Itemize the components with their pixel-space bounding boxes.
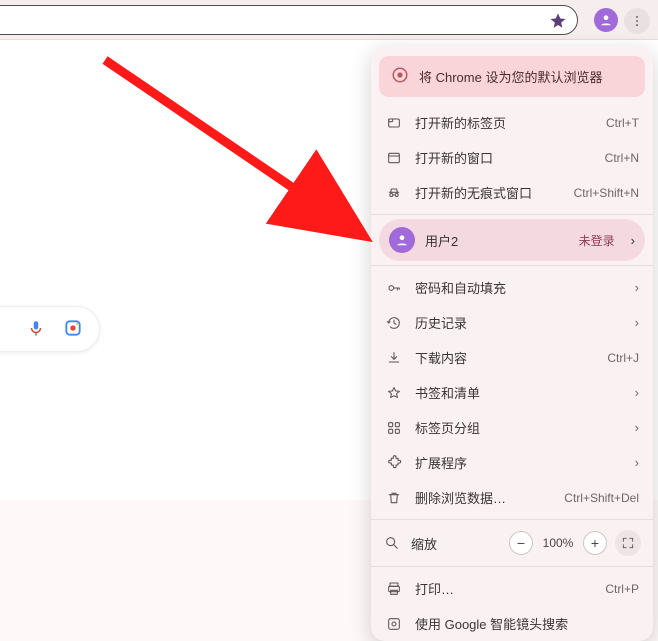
google-search-bar[interactable] <box>0 306 100 352</box>
menu-bookmarks[interactable]: 书签和清单 › <box>371 375 653 410</box>
tabgroup-icon <box>385 420 403 436</box>
banner-label: 将 Chrome 设为您的默认浏览器 <box>419 67 602 86</box>
chevron-right-icon: › <box>635 315 639 330</box>
chrome-main-menu: 将 Chrome 设为您的默认浏览器 打开新的标签页 Ctrl+T 打开新的窗口… <box>371 46 653 641</box>
lens-icon <box>385 616 403 632</box>
menu-google-lens[interactable]: 使用 Google 智能镜头搜索 <box>371 606 653 641</box>
chevron-right-icon: › <box>631 233 635 248</box>
user-label: 用户2 <box>425 231 569 250</box>
chevron-right-icon: › <box>635 455 639 470</box>
menu-shortcut: Ctrl+N <box>605 151 639 165</box>
chevron-right-icon: › <box>635 280 639 295</box>
browser-toolbar <box>0 0 658 40</box>
default-browser-banner[interactable]: 将 Chrome 设为您的默认浏览器 <box>379 56 645 97</box>
zoom-label: 缩放 <box>411 534 499 553</box>
incognito-icon <box>385 185 403 201</box>
menu-label: 密码和自动填充 <box>415 278 623 297</box>
menu-shortcut: Ctrl+J <box>607 351 639 365</box>
voice-search-icon[interactable] <box>27 317 45 342</box>
menu-divider <box>371 214 653 215</box>
printer-icon <box>385 581 403 597</box>
menu-shortcut: Ctrl+T <box>606 116 639 130</box>
menu-new-tab[interactable]: 打开新的标签页 Ctrl+T <box>371 105 653 140</box>
menu-user-profile[interactable]: 用户2 未登录 › <box>379 219 645 261</box>
menu-label: 打开新的标签页 <box>415 113 594 132</box>
zoom-value: 100% <box>541 536 575 550</box>
bookmark-star-icon[interactable] <box>549 12 567 33</box>
chrome-menu-button[interactable] <box>624 8 650 34</box>
chevron-right-icon: › <box>635 420 639 435</box>
menu-label: 打印… <box>415 579 593 598</box>
zoom-out-button[interactable]: − <box>509 531 533 555</box>
chevron-right-icon: › <box>635 385 639 400</box>
menu-label: 标签页分组 <box>415 418 623 437</box>
zoom-in-button[interactable]: + <box>583 531 607 555</box>
menu-new-window[interactable]: 打开新的窗口 Ctrl+N <box>371 140 653 175</box>
user-avatar-icon <box>389 227 415 253</box>
menu-zoom: 缩放 − 100% + <box>371 524 653 562</box>
menu-label: 打开新的无痕式窗口 <box>415 183 562 202</box>
address-bar[interactable] <box>0 5 578 35</box>
menu-label: 书签和清单 <box>415 383 623 402</box>
menu-passwords[interactable]: 密码和自动填充 › <box>371 270 653 305</box>
menu-divider <box>371 566 653 567</box>
menu-label: 下载内容 <box>415 348 595 367</box>
menu-clear-data[interactable]: 删除浏览数据… Ctrl+Shift+Del <box>371 480 653 515</box>
menu-label: 使用 Google 智能镜头搜索 <box>415 614 639 633</box>
menu-divider <box>371 519 653 520</box>
menu-shortcut: Ctrl+Shift+N <box>574 186 639 200</box>
trash-icon <box>385 490 403 506</box>
history-icon <box>385 315 403 331</box>
menu-tab-groups[interactable]: 标签页分组 › <box>371 410 653 445</box>
menu-history[interactable]: 历史记录 › <box>371 305 653 340</box>
menu-label: 扩展程序 <box>415 453 623 472</box>
menu-print[interactable]: 打印… Ctrl+P <box>371 571 653 606</box>
fullscreen-button[interactable] <box>615 530 641 556</box>
menu-shortcut: Ctrl+Shift+Del <box>564 491 639 505</box>
menu-extensions[interactable]: 扩展程序 › <box>371 445 653 480</box>
key-icon <box>385 280 403 296</box>
lens-search-icon[interactable] <box>63 318 83 341</box>
new-tab-icon <box>385 115 403 131</box>
download-icon <box>385 350 403 366</box>
menu-label: 删除浏览数据… <box>415 488 552 507</box>
chrome-logo-icon <box>391 66 409 87</box>
new-window-icon <box>385 150 403 166</box>
menu-label: 历史记录 <box>415 313 623 332</box>
zoom-icon <box>383 535 401 551</box>
menu-shortcut: Ctrl+P <box>605 582 639 596</box>
menu-downloads[interactable]: 下载内容 Ctrl+J <box>371 340 653 375</box>
menu-incognito[interactable]: 打开新的无痕式窗口 Ctrl+Shift+N <box>371 175 653 210</box>
puzzle-icon <box>385 455 403 471</box>
user-status: 未登录 <box>579 232 615 249</box>
menu-label: 打开新的窗口 <box>415 148 593 167</box>
star-icon <box>385 385 403 401</box>
menu-divider <box>371 265 653 266</box>
profile-button[interactable] <box>594 8 618 32</box>
